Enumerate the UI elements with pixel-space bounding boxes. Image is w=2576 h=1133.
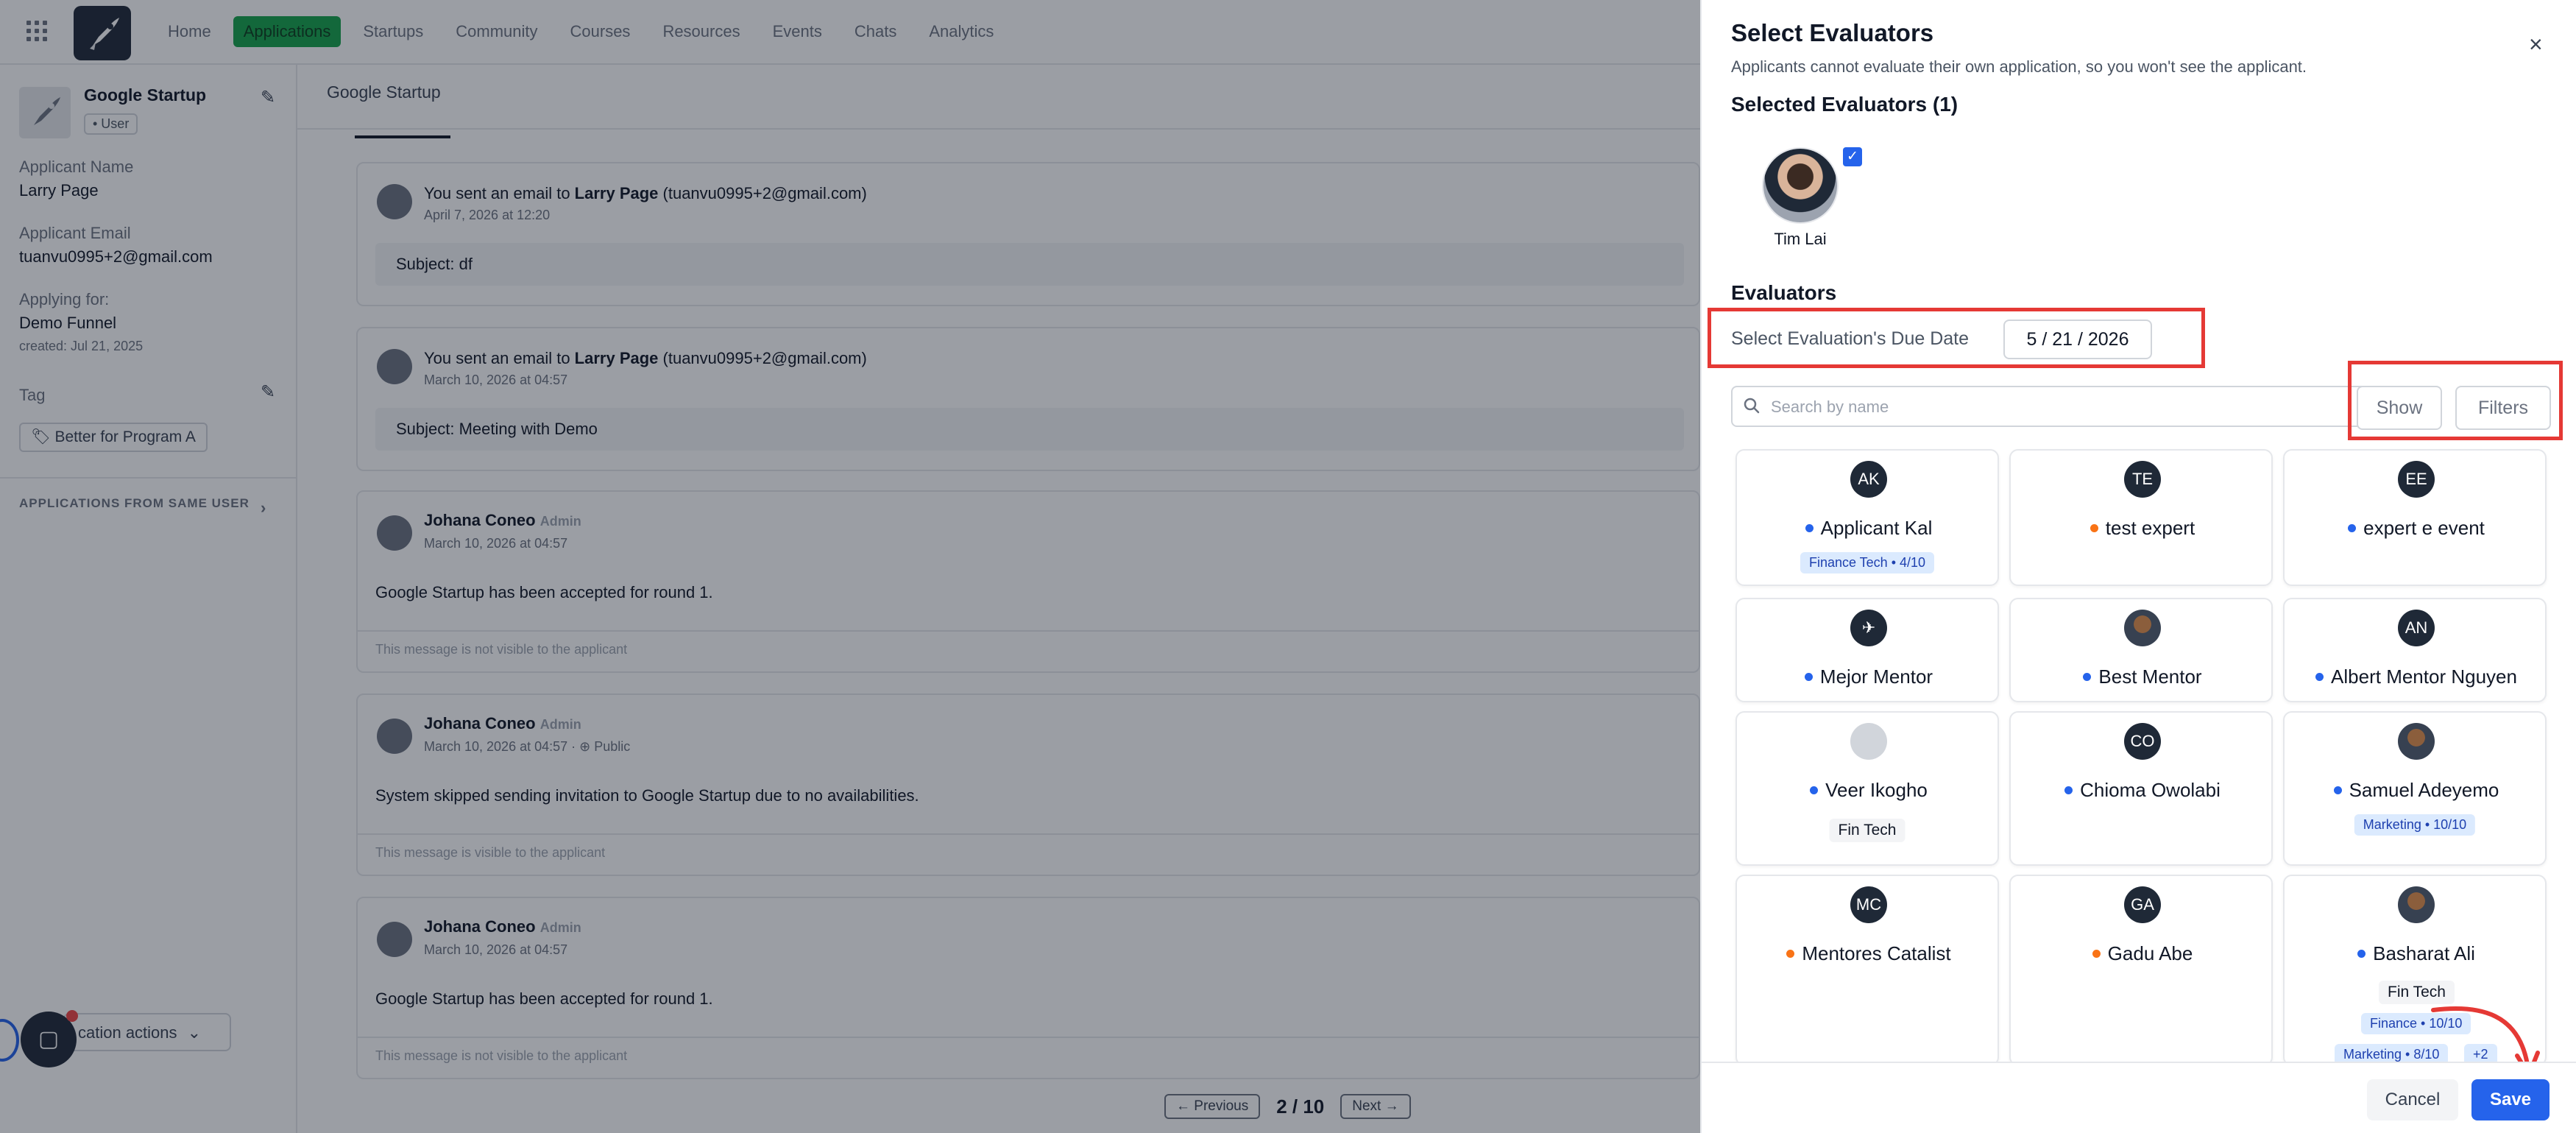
evaluator-name-row: Albert Mentor Nguyen xyxy=(2285,666,2548,688)
evaluator-name-row: Veer Ikogho xyxy=(1737,779,2000,802)
evaluator-avatar xyxy=(2398,723,2435,760)
evaluator-name-row: Chioma Owolabi xyxy=(2011,779,2274,802)
search-icon xyxy=(1744,398,1760,414)
evaluator-card[interactable]: Veer Ikogho Fin Tech xyxy=(1735,711,1999,866)
status-dot-icon xyxy=(2083,672,2092,681)
evaluator-name-row: Gadu Abe xyxy=(2011,942,2274,965)
status-dot-icon xyxy=(1804,672,1813,681)
search-input[interactable]: Search by name xyxy=(1731,386,2388,427)
expertise-tag: Fin Tech xyxy=(1829,819,1906,842)
evaluator-card[interactable]: CO Chioma Owolabi xyxy=(2009,711,2273,866)
evaluator-name: Best Mentor xyxy=(2098,666,2202,688)
evaluator-avatar xyxy=(1850,723,1887,760)
evaluator-name: Samuel Adeyemo xyxy=(2349,779,2499,801)
checkbox-checked-icon[interactable]: ✓ xyxy=(1843,147,1862,166)
selected-evaluator-avatar[interactable] xyxy=(1762,147,1839,224)
evaluator-name-row: Best Mentor xyxy=(2011,666,2274,688)
evaluator-card[interactable]: AN Albert Mentor Nguyen xyxy=(2283,598,2547,702)
evaluator-name-row: expert e event xyxy=(2285,517,2548,540)
evaluator-avatar xyxy=(2124,610,2161,646)
modal-overlay[interactable] xyxy=(0,0,1700,1133)
evaluator-name: test expert xyxy=(2105,517,2195,539)
due-date-label: Select Evaluation's Due Date xyxy=(1731,328,1970,349)
evaluator-avatar: EE xyxy=(2398,461,2435,498)
status-dot-icon xyxy=(1810,786,1819,794)
evaluator-avatar xyxy=(2398,886,2435,923)
search-placeholder: Search by name xyxy=(1771,398,1889,416)
due-date-input[interactable]: 5 / 21 / 2026 xyxy=(2003,320,2152,359)
selected-evaluator-name: Tim Lai xyxy=(1774,230,1827,248)
status-dot-icon xyxy=(2315,672,2324,681)
evaluator-avatar: AK xyxy=(1850,461,1887,498)
status-dot-icon xyxy=(2090,523,2098,532)
evaluator-card[interactable]: MC Mentores Catalist xyxy=(1735,875,1999,1066)
evaluator-name: Applicant Kal xyxy=(1820,517,1933,539)
evaluator-name: Albert Mentor Nguyen xyxy=(2331,666,2517,688)
status-dot-icon xyxy=(2357,949,2366,958)
filters-button[interactable]: Filters xyxy=(2455,386,2551,430)
evaluator-avatar: CO xyxy=(2124,723,2161,760)
status-dot-icon xyxy=(2333,786,2342,794)
status-dot-icon xyxy=(1786,949,1795,958)
evaluator-card[interactable]: Best Mentor xyxy=(2009,598,2273,702)
evaluator-card[interactable]: EE expert e event xyxy=(2283,449,2547,586)
drawer-subtitle: Applicants cannot evaluate their own app… xyxy=(1731,57,2307,76)
select-evaluators-drawer: Select Evaluators Applicants cannot eval… xyxy=(1700,0,2576,1133)
save-button[interactable]: Save xyxy=(2471,1079,2550,1120)
evaluator-avatar: MC xyxy=(1850,886,1887,923)
status-dot-icon xyxy=(2092,949,2101,958)
evaluator-avatar: GA xyxy=(2124,886,2161,923)
selected-evaluators-title: Selected Evaluators (1) xyxy=(1731,93,1958,116)
evaluator-card[interactable]: ✈ Mejor Mentor xyxy=(1735,598,1999,702)
evaluator-name: Veer Ikogho xyxy=(1825,779,1928,801)
evaluator-name-row: Mejor Mentor xyxy=(1737,666,2000,688)
evaluator-name: Mejor Mentor xyxy=(1819,666,1933,688)
expertise-tag: Marketing • 10/10 xyxy=(2354,814,2476,836)
evaluator-card[interactable]: TE test expert xyxy=(2009,449,2273,586)
evaluator-avatar: ✈ xyxy=(1850,610,1887,646)
evaluator-name: Mentores Catalist xyxy=(1802,942,1951,964)
evaluator-name-row: Samuel Adeyemo xyxy=(2285,779,2548,802)
expertise-tag: Finance Tech • 4/10 xyxy=(1800,552,1935,573)
drawer-footer: Cancel Save xyxy=(1702,1062,2576,1133)
evaluator-name: Basharat Ali xyxy=(2373,942,2475,964)
evaluator-name-row: Applicant Kal xyxy=(1737,517,2000,540)
show-button[interactable]: Show xyxy=(2357,386,2442,430)
evaluator-card[interactable]: Samuel Adeyemo Marketing • 10/10 xyxy=(2283,711,2547,866)
status-dot-icon xyxy=(1805,523,1814,532)
evaluators-title: Evaluators xyxy=(1731,281,1837,304)
evaluator-name: Gadu Abe xyxy=(2107,942,2193,964)
drawer-title: Select Evaluators xyxy=(1731,19,1934,46)
evaluator-avatar: TE xyxy=(2124,461,2161,498)
status-dot-icon xyxy=(2064,786,2073,794)
cancel-button[interactable]: Cancel xyxy=(2367,1079,2458,1120)
evaluator-name: Chioma Owolabi xyxy=(2080,779,2221,801)
evaluator-name-row: Mentores Catalist xyxy=(1737,942,2000,965)
evaluator-name-row: test expert xyxy=(2011,517,2274,540)
evaluator-avatar: AN xyxy=(2398,610,2435,646)
evaluator-name: expert e event xyxy=(2363,517,2485,539)
evaluator-card[interactable]: GA Gadu Abe xyxy=(2009,875,2273,1066)
evaluator-card[interactable]: AK Applicant Kal Finance Tech • 4/10 xyxy=(1735,449,1999,586)
close-icon[interactable]: × xyxy=(2529,32,2543,56)
status-dot-icon xyxy=(2348,523,2357,532)
evaluator-name-row: Basharat Ali xyxy=(2285,942,2548,965)
